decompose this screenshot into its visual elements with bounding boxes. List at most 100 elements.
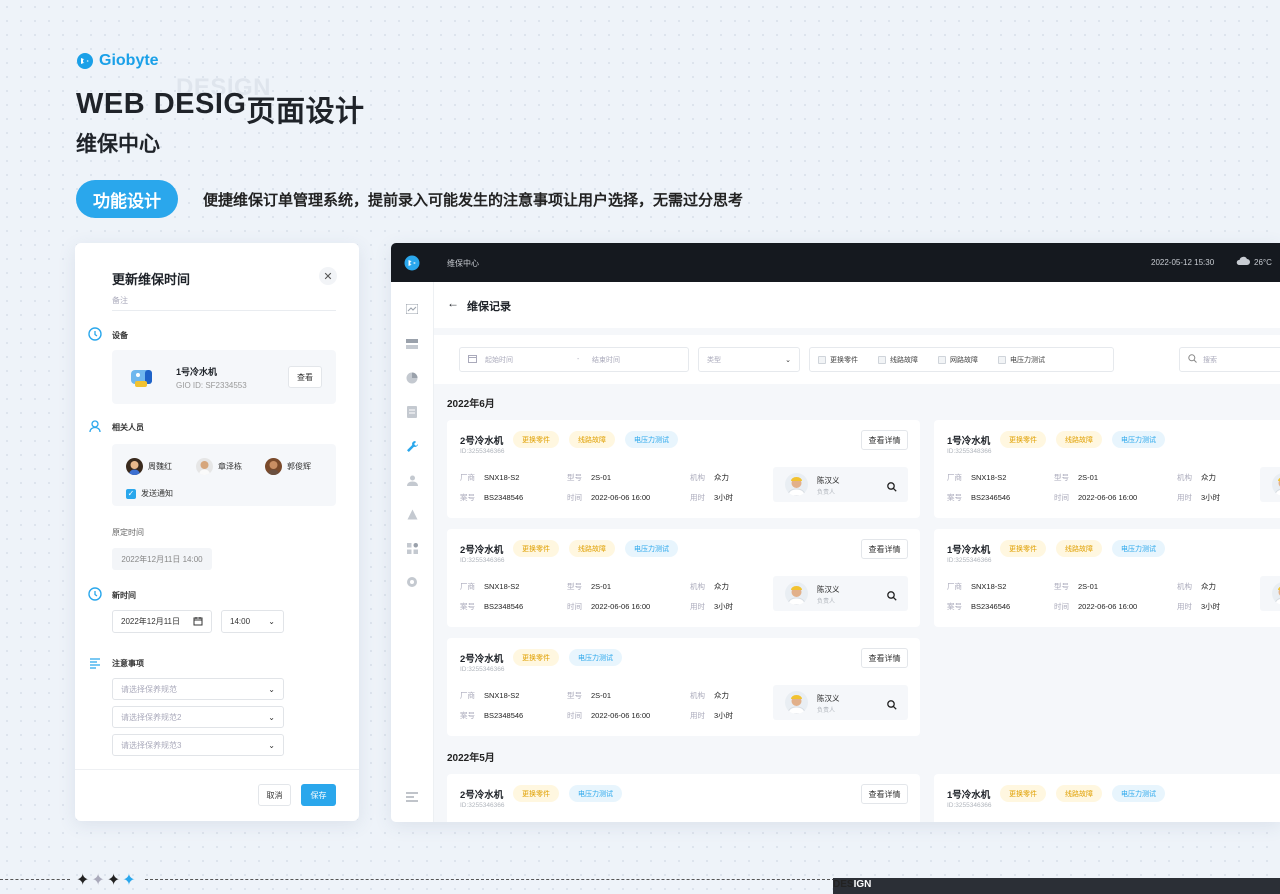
model-field: 型号 2S-01 (567, 582, 612, 591)
notify-checkbox[interactable]: ✓ 发送通知 (126, 488, 173, 499)
chevron-down-icon: ⌄ (268, 712, 275, 722)
device-id: ID:3255346366 (460, 557, 505, 564)
case-field: 案号 BS2348546 (460, 493, 524, 502)
device-id: GIO ID: SF2334553 (176, 381, 247, 390)
check-voltage[interactable]: 电压力测试 (998, 355, 1045, 365)
search-icon[interactable] (887, 479, 897, 497)
device-name: 2号冷水机 (460, 545, 504, 556)
search-input[interactable]: 搜索 (1179, 347, 1280, 372)
view-detail-button[interactable]: 查看详情 (861, 539, 908, 559)
device-id: ID:3255346366 (460, 666, 505, 673)
device-name: 1号冷水机 (947, 790, 991, 801)
view-device-button[interactable]: 查看 (288, 366, 322, 388)
spec-select-2[interactable]: 请选择保养规范2 ⌄ (112, 706, 284, 728)
page-subtitle: 维保中心 (76, 133, 160, 156)
design-right: IGN (853, 879, 872, 890)
spec-select-3[interactable]: 请选择保养规范3 ⌄ (112, 734, 284, 756)
save-button[interactable]: 保存 (301, 784, 336, 806)
vendor-field: 厂商 SNX18-S2 (947, 473, 1007, 482)
device-id: ID:3255346366 (947, 557, 992, 564)
collapse-menu-icon[interactable] (405, 790, 419, 804)
model-field: 型号 2S-01 (567, 473, 612, 482)
check-icon: ✓ (126, 488, 136, 499)
check-parts[interactable]: 更换零件 (818, 355, 858, 365)
search-icon[interactable] (887, 588, 897, 606)
org-field: 机构 众力 (690, 691, 729, 700)
time-field: 时间 2022-06-06 16:00 (1054, 602, 1138, 611)
user-icon (88, 419, 102, 433)
server-icon[interactable] (405, 337, 419, 351)
avatar (126, 458, 143, 475)
person-chip[interactable]: 章泽栋 (196, 458, 242, 475)
tag-badge: 电压力测试 (625, 540, 678, 557)
temperature: 26°C (1254, 257, 1272, 267)
alert-icon[interactable] (405, 507, 419, 521)
person-chip[interactable]: 周魏红 (126, 458, 172, 475)
person-name: 郭俊辉 (287, 462, 311, 471)
person-chip[interactable]: 郭俊辉 (265, 458, 311, 475)
tag-badge: 线路故障 (569, 431, 615, 448)
device-name: 2号冷水机 (460, 436, 504, 447)
wrench-icon[interactable] (405, 439, 419, 453)
weather: 26°C (1236, 256, 1272, 268)
owner-name: 陈汉义 (817, 694, 840, 703)
avatar (1272, 582, 1280, 605)
time-field: 时间 2022-06-06 16:00 (567, 493, 651, 502)
vendor-field: 厂商 SNX18-S2 (460, 582, 520, 591)
search-icon[interactable] (887, 697, 897, 715)
avatar (785, 473, 808, 496)
tag-badge: 线路故障 (1056, 785, 1102, 802)
top-bar: 维保中心 2022-05-12 15:30 26°C (391, 243, 1280, 282)
select-placeholder: 请选择保养规范 (121, 684, 177, 694)
page-header: ← 维保记录 (434, 282, 1280, 328)
view-detail-button[interactable]: 查看详情 (861, 784, 908, 804)
tag-badge: 更换零件 (513, 649, 559, 666)
date-picker[interactable]: 2022年12月11日 (112, 610, 212, 633)
device-id: ID:3255348366 (947, 448, 992, 455)
notify-label: 发送通知 (141, 489, 173, 498)
maintenance-card: 2号冷水机 ID:3255346366 更换零件 线路故障 电压力测试 查看详情 厂… (447, 420, 920, 518)
maintenance-card: 2号冷水机 ID:3255346366 更换零件 电压力测试 查看详情 (447, 774, 920, 822)
hour-select[interactable]: 14:00 ⌄ (221, 610, 284, 633)
user-icon[interactable] (405, 473, 419, 487)
tag-badge: 电压力测试 (1112, 785, 1165, 802)
maintenance-card: 2号冷水机 ID:3255346366 更换零件 线路故障 电压力测试 查看详情 厂… (447, 529, 920, 627)
app-logo-icon (404, 255, 420, 273)
case-field: 案号 BS2348546 (460, 711, 524, 720)
new-time-label: 新时间 (112, 591, 136, 600)
owner-role: 负责人 (817, 599, 836, 605)
chart-icon[interactable] (405, 302, 419, 316)
modal-title: 更新维保时间 (112, 272, 191, 287)
org-field: 机构 众力 (690, 582, 729, 591)
check-circuit[interactable]: 线路故障 (878, 355, 918, 365)
apps-icon[interactable] (405, 541, 419, 555)
update-time-modal: 更新维保时间 ✕ 备注 设备 1号冷水机 GIO ID: SF2334553 查… (75, 243, 359, 821)
notes-label: 注意事项 (112, 659, 144, 668)
clock-icon (88, 587, 102, 601)
date-range-picker[interactable]: 起始时间 - 结束时间 (459, 347, 689, 372)
type-select[interactable]: 类型 ⌄ (698, 347, 800, 372)
divider (112, 310, 336, 311)
cancel-button[interactable]: 取消 (258, 784, 291, 806)
gear-icon[interactable] (405, 575, 419, 589)
tag-badge: 线路故障 (569, 540, 615, 557)
back-arrow-icon[interactable]: ← (447, 296, 459, 310)
app-window: 维保中心 2022-05-12 15:30 26°C ← 维保记录 起始时间 -… (391, 243, 1280, 822)
maintenance-card: 1号冷水机 ID:3255348366 更换零件线路故障电压力测试 查看详情 厂… (934, 420, 1280, 518)
footer-dash (145, 879, 835, 880)
close-icon[interactable]: ✕ (319, 267, 337, 285)
view-detail-button[interactable]: 查看详情 (861, 648, 908, 668)
spec-select-1[interactable]: 请选择保养规范 ⌄ (112, 678, 284, 700)
duration-field: 用时 3小时 (1177, 602, 1221, 611)
tag-badge: 电压力测试 (1112, 540, 1165, 557)
datetime: 2022-05-12 15:30 (1151, 258, 1215, 267)
title-en: WEB DESIG (76, 88, 247, 120)
owner-panel: 陈汉义 负责人 (773, 685, 908, 720)
check-network[interactable]: 网路故障 (938, 355, 978, 365)
avatar (265, 458, 282, 475)
avatar (196, 458, 213, 475)
document-icon[interactable] (405, 405, 419, 419)
title-cn: 页面设计 (246, 96, 365, 128)
pie-chart-icon[interactable] (405, 371, 419, 385)
view-detail-button[interactable]: 查看详情 (861, 430, 908, 450)
